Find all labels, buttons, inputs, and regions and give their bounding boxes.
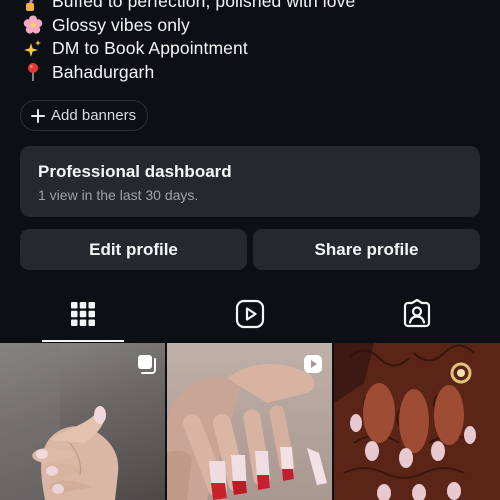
bio-text: Bahadurgarh [52,61,155,82]
tagged-icon [402,298,432,334]
add-banners-button[interactable]: Add banners [20,100,149,131]
profile-tabs [0,290,500,342]
mehndi-hand-image [334,343,500,500]
bio-line: Glossy vibes only [22,14,492,38]
share-profile-button[interactable]: Share profile [253,229,480,270]
nail-polish-icon [22,0,44,12]
dashboard-title: Professional dashboard [38,162,232,181]
dashboard-subtitle: 1 view in the last 30 days. [38,187,199,203]
reel-icon [303,354,323,379]
reels-icon [235,299,265,334]
bio-text: Glossy vibes only [52,14,190,35]
professional-dashboard-card[interactable]: Professional dashboard 1 view in the las… [20,146,480,217]
tab-tagged[interactable] [334,290,500,342]
cherry-blossom-icon [22,15,44,35]
profile-bio: Buffed to perfection, polished with love… [22,0,492,84]
carousel-icon [137,354,157,379]
bio-text: Buffed to perfection, polished with love [52,0,356,12]
map-pin-icon [22,62,44,82]
post-thumbnail[interactable] [0,343,165,500]
bio-line: DM to Book Appointment [22,37,492,61]
post-thumbnail[interactable] [334,343,500,500]
selected-tab-indicator [42,340,124,342]
tab-reels[interactable] [167,290,333,342]
edit-profile-button[interactable]: Edit profile [20,229,247,270]
plus-icon [31,108,45,123]
post-thumbnail[interactable] [167,343,332,500]
tab-posts[interactable] [0,290,166,342]
grid-icon [70,301,96,332]
bio-line: Bahadurgarh [22,61,492,85]
bio-text: DM to Book Appointment [52,38,248,59]
sparkles-icon [22,39,44,59]
post-grid [0,343,500,500]
bio-line: Buffed to perfection, polished with love [22,0,492,14]
add-banners-label: Add banners [51,107,137,124]
